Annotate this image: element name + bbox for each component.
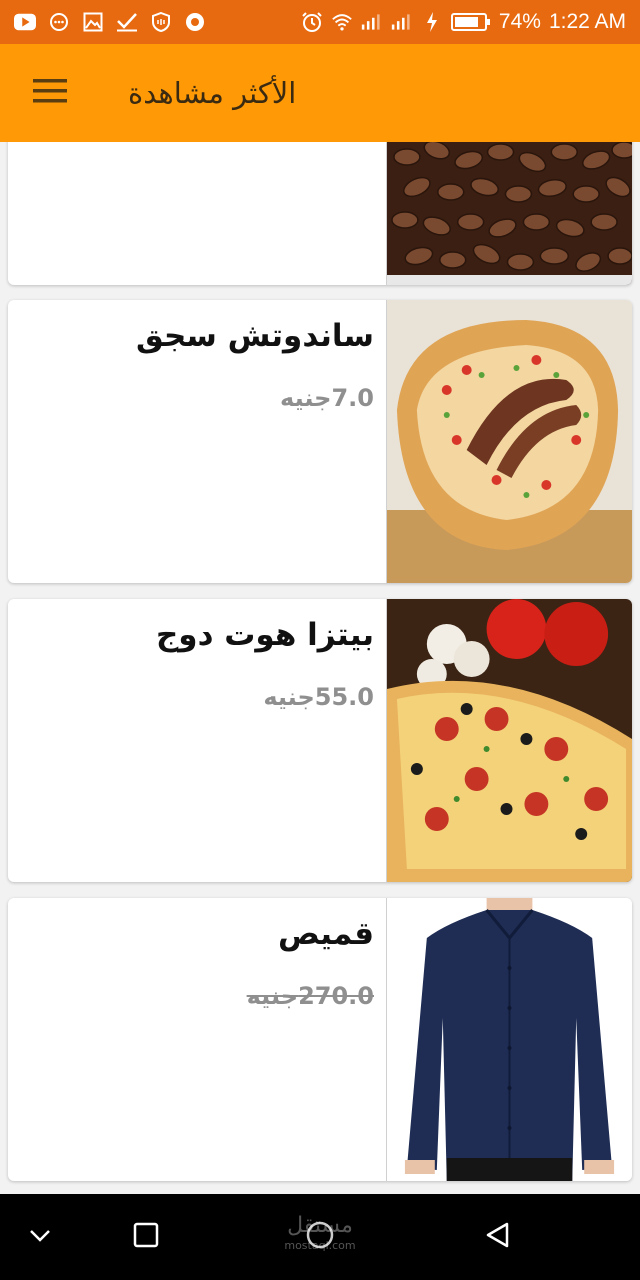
chevron-down-icon	[29, 1228, 51, 1247]
product-card[interactable]: بيتزا هوت دوج 55.0 جنيه	[8, 599, 632, 882]
shield-icon	[150, 11, 172, 33]
navy-shirt-image	[386, 898, 632, 1181]
price-value: 7.0	[331, 384, 374, 412]
status-bar: 74% 1:22 AM	[0, 0, 640, 44]
product-price: 55.0 جنيه	[263, 683, 374, 711]
camera-icon	[184, 11, 206, 33]
product-card[interactable]	[8, 142, 632, 285]
app-bar: الأكثر مشاهدة	[0, 44, 640, 142]
product-card[interactable]: قميص 270.0 جنيه	[8, 898, 632, 1181]
sausage-sandwich-image	[386, 300, 632, 583]
hamburger-menu-icon	[33, 79, 67, 107]
battery-icon	[450, 11, 491, 33]
home-button[interactable]	[290, 1207, 350, 1267]
price-currency: جنيه	[280, 384, 332, 412]
alarm-icon	[301, 11, 323, 33]
notification-icons	[14, 11, 206, 33]
price-value: 55.0	[314, 683, 374, 711]
dates-sweets-image	[386, 142, 632, 285]
battery-percent: 74%	[498, 10, 541, 33]
recent-apps-icon	[133, 1222, 159, 1252]
back-button[interactable]	[468, 1207, 528, 1267]
home-icon	[305, 1220, 335, 1254]
product-card[interactable]: ساندوتش سجق 7.0 جنيه	[8, 300, 632, 583]
product-price: 270.0 جنيه	[247, 982, 374, 1010]
menu-button[interactable]	[0, 44, 100, 142]
youtube-icon	[14, 11, 36, 33]
back-icon	[485, 1221, 511, 1253]
signal-icon	[391, 11, 413, 33]
system-status: 74% 1:22 AM	[301, 10, 626, 34]
chevron-down-button[interactable]	[10, 1207, 70, 1267]
product-name: قميص	[277, 916, 374, 952]
product-price: 7.0 جنيه	[280, 384, 374, 412]
signal-icon	[361, 11, 383, 33]
price-currency: جنيه	[246, 982, 299, 1010]
check-icon	[116, 11, 138, 33]
charging-icon	[421, 11, 443, 33]
page-title: الأكثر مشاهدة	[128, 76, 297, 110]
recent-apps-button[interactable]	[116, 1207, 176, 1267]
price-currency: جنيه	[263, 683, 315, 711]
pizza-image	[386, 599, 632, 882]
navigation-bar: مستقل mostaql.com	[0, 1194, 640, 1280]
image-icon	[82, 11, 104, 33]
product-name: بيتزا هوت دوج	[155, 617, 374, 653]
price-value: 270.0	[298, 982, 374, 1010]
product-list[interactable]: ساندوتش سجق 7.0 جنيه بيتزا هوت دوج 55.0 جن…	[0, 142, 640, 1194]
clock: 1:22 AM	[548, 10, 626, 33]
messaging-icon	[48, 11, 70, 33]
product-name: ساندوتش سجق	[136, 318, 374, 354]
wifi-icon	[331, 11, 353, 33]
